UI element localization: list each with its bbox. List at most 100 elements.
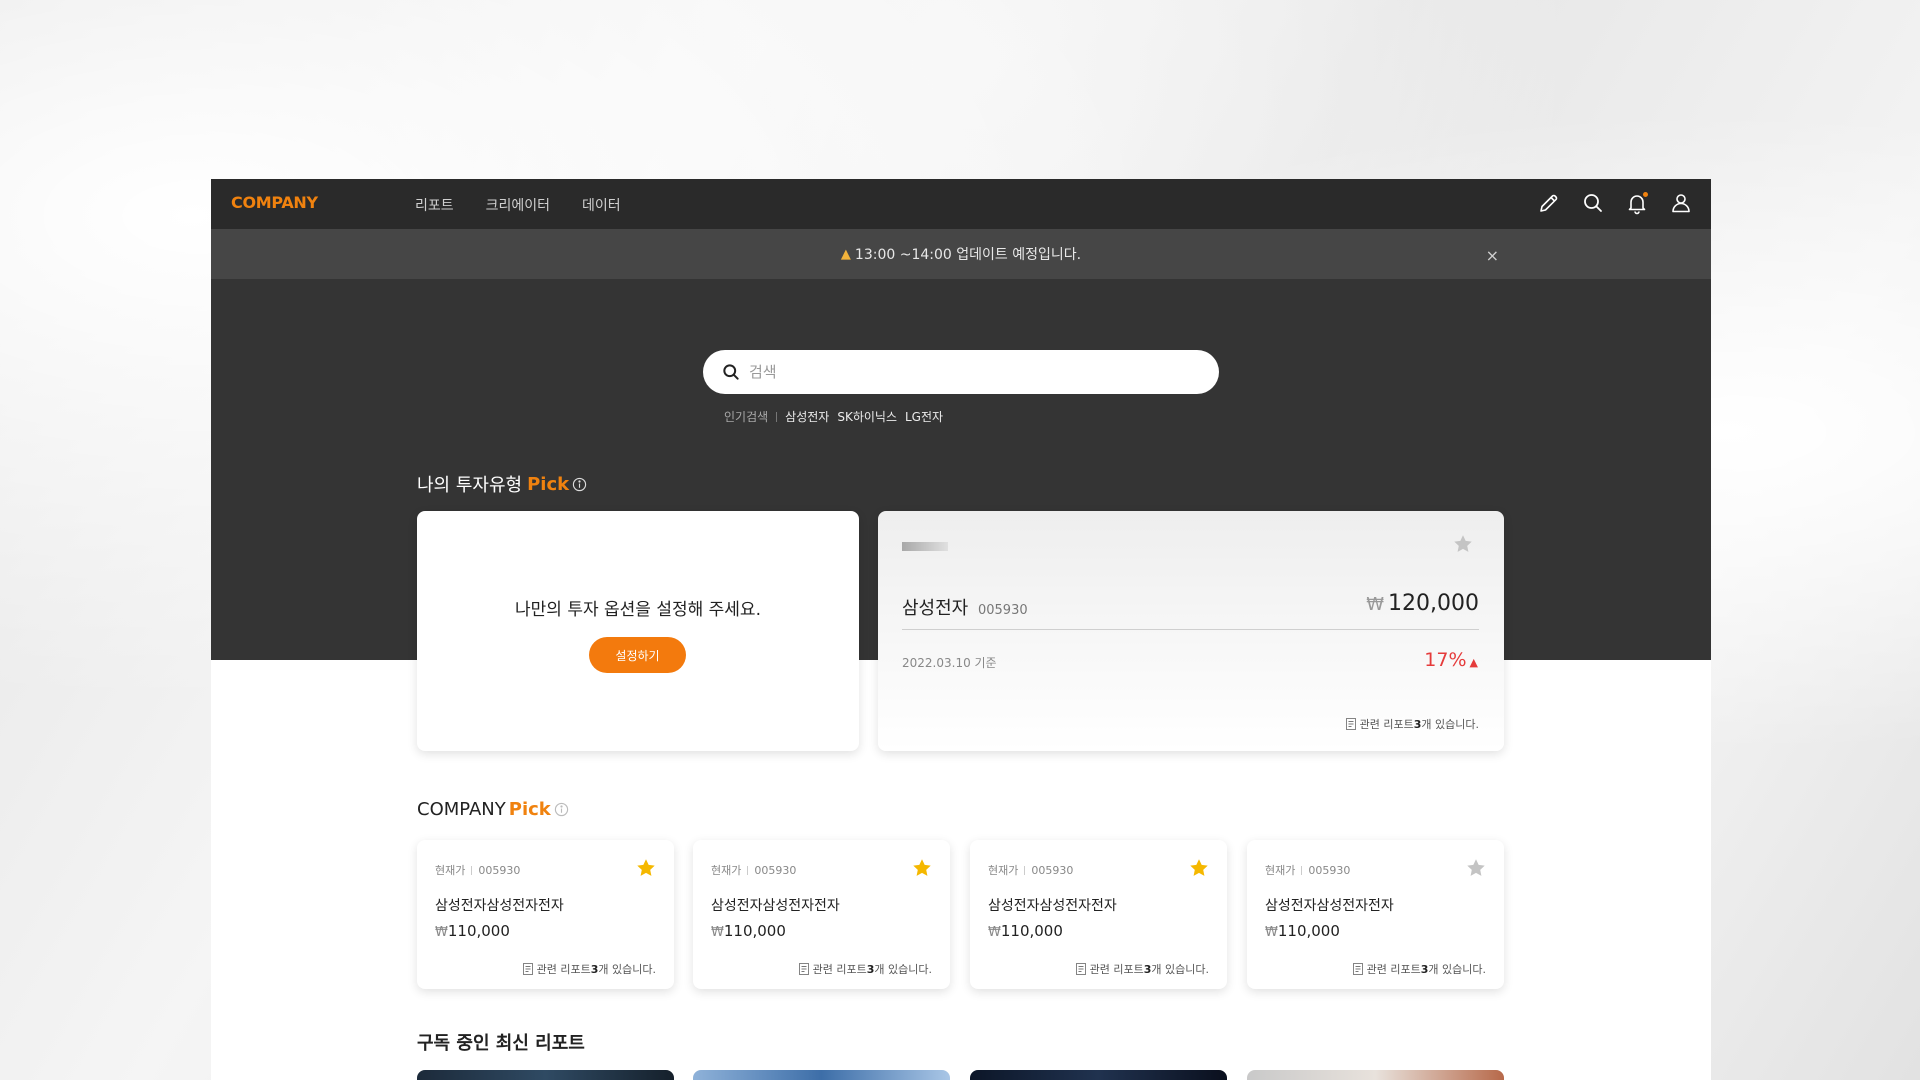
- stock-price: 110,000: [1277, 922, 1340, 940]
- stock-pick-card[interactable]: 현재가 005930 삼성전자삼성전자전자 ₩110,000 관련 리포트 3개 있습니…: [693, 840, 950, 989]
- search-icon: [723, 364, 739, 380]
- report-thumbnail[interactable]: [693, 1070, 950, 1080]
- price-meta: 현재가 005930: [711, 862, 796, 878]
- price-meta: 현재가 005930: [435, 862, 520, 878]
- currency-symbol: ₩: [711, 925, 724, 940]
- reports-suffix: 개 있습니다.: [598, 963, 656, 976]
- reports-count: 3: [590, 962, 599, 976]
- currency-symbol: ₩: [1265, 925, 1278, 940]
- close-icon[interactable]: ×: [1486, 246, 1499, 265]
- info-icon[interactable]: [554, 802, 569, 817]
- menu-item-data[interactable]: 데이터: [582, 195, 621, 215]
- main-menu: 리포트 크리에이터 데이터: [415, 195, 621, 215]
- stock-date: 2022.03.10 기준: [902, 656, 997, 670]
- price-label: 현재가: [988, 864, 1019, 877]
- reports-prefix: 관련 리포트: [1089, 963, 1144, 976]
- divider: [471, 865, 473, 875]
- bell-emoji-icon: ▲: [840, 246, 851, 262]
- stock-price: 110,000: [1000, 922, 1063, 940]
- notice-text: 13:00 ~14:00 업데이트 예정입니다.: [854, 247, 1082, 263]
- stock-price-row: ₩110,000: [711, 922, 786, 940]
- document-icon: [1352, 963, 1363, 975]
- stock-name: 삼성전자삼성전자전자: [1265, 898, 1394, 914]
- my-pick-accent: Pick: [527, 473, 570, 495]
- report-thumbnail[interactable]: [970, 1070, 1227, 1080]
- currency-symbol: ₩: [1366, 594, 1385, 615]
- reports-count: 3: [1143, 962, 1152, 976]
- menu-item-creator[interactable]: 크리에이터: [486, 195, 550, 215]
- price-meta: 현재가 005930: [1265, 862, 1350, 878]
- related-reports[interactable]: 관련 리포트 3개 있습니다.: [1345, 716, 1479, 732]
- popular-label: 인기검색: [724, 410, 769, 424]
- star-icon[interactable]: [1188, 857, 1210, 879]
- reports-suffix: 개 있습니다.: [1421, 718, 1479, 731]
- star-icon[interactable]: [1452, 533, 1474, 555]
- divider: [1024, 865, 1026, 875]
- notification-dot: [1643, 192, 1648, 197]
- nav-actions: [1537, 191, 1693, 215]
- stock-price: 110,000: [723, 922, 786, 940]
- related-reports[interactable]: 관련 리포트 3개 있습니다.: [798, 961, 932, 977]
- popular-searches: 인기검색 삼성전자 SK하이닉스 LG전자: [724, 408, 943, 425]
- popular-item-lg[interactable]: LG전자: [905, 408, 943, 425]
- price-meta: 현재가 005930: [988, 862, 1073, 878]
- popular-item-samsung[interactable]: 삼성전자: [785, 408, 829, 425]
- app-frame: COMPANY 리포트 크리에이터 데이터 ▲ 13:00 ~14:00 업데이…: [211, 179, 1711, 1080]
- pencil-icon[interactable]: [1537, 191, 1561, 215]
- user-icon[interactable]: [1669, 191, 1693, 215]
- related-reports[interactable]: 관련 리포트 3개 있습니다.: [1352, 961, 1486, 977]
- stock-price-row: ₩120,000: [1366, 591, 1479, 616]
- bell-icon[interactable]: [1625, 191, 1649, 215]
- reports-prefix: 관련 리포트: [536, 963, 591, 976]
- currency-symbol: ₩: [988, 925, 1001, 940]
- setup-button[interactable]: 설정하기: [589, 637, 686, 673]
- stock-pick-card[interactable]: 현재가 005930 삼성전자삼성전자전자 ₩110,000 관련 리포트 3개 있습니…: [970, 840, 1227, 989]
- document-icon: [522, 963, 533, 975]
- stock-code: 005930: [754, 863, 797, 877]
- stock-name: 삼성전자삼성전자전자: [988, 898, 1117, 914]
- reports-prefix: 관련 리포트: [1366, 963, 1421, 976]
- stock-pick-card[interactable]: 현재가 005930 삼성전자삼성전자전자 ₩110,000 관련 리포트 3개 있습니…: [1247, 840, 1504, 989]
- info-icon[interactable]: [572, 477, 587, 492]
- stock-name: 삼성전자: [902, 598, 969, 619]
- stock-name: 삼성전자삼성전자전자: [711, 898, 840, 914]
- report-thumbnail[interactable]: [1247, 1070, 1504, 1080]
- top-navigation: COMPANY 리포트 크리에이터 데이터: [211, 179, 1711, 229]
- document-icon: [798, 963, 809, 975]
- triangle-up-icon: ▲: [1469, 656, 1478, 669]
- related-reports[interactable]: 관련 리포트 3개 있습니다.: [522, 961, 656, 977]
- report-thumbnail[interactable]: [417, 1070, 674, 1080]
- currency-symbol: ₩: [435, 925, 448, 940]
- stock-name-row: 삼성전자 005930: [902, 594, 1028, 620]
- popular-item-skhynix[interactable]: SK하이닉스: [837, 408, 897, 425]
- stock-logo-placeholder: [902, 542, 948, 551]
- reports-prefix: 관련 리포트: [812, 963, 867, 976]
- stock-pick-card[interactable]: 현재가 005930 삼성전자삼성전자전자 ₩110,000 관련 리포트 3개 있습니…: [417, 840, 674, 989]
- related-reports[interactable]: 관련 리포트 3개 있습니다.: [1075, 961, 1209, 977]
- stock-code: 005930: [1308, 863, 1351, 877]
- search-input[interactable]: [749, 363, 1189, 381]
- stock-price: 110,000: [447, 922, 510, 940]
- stock-card[interactable]: 삼성전자 005930 ₩120,000 2022.03.10 기준 17% ▲ …: [878, 511, 1504, 751]
- subscribed-title-text: 구독 중인 최신 리포트: [417, 1033, 585, 1054]
- document-icon: [1345, 718, 1356, 730]
- my-pick-title-text: 나의 투자유형: [417, 475, 523, 496]
- logo[interactable]: COMPANY: [231, 193, 318, 212]
- stock-name: 삼성전자삼성전자전자: [435, 898, 564, 914]
- star-icon[interactable]: [1465, 857, 1487, 879]
- notice-bar: ▲ 13:00 ~14:00 업데이트 예정입니다. ×: [211, 229, 1711, 279]
- stock-price-row: ₩110,000: [435, 922, 510, 940]
- menu-item-report[interactable]: 리포트: [415, 195, 454, 215]
- stock-change-value: 17%: [1424, 649, 1467, 671]
- stock-price: 120,000: [1388, 591, 1479, 616]
- search-icon[interactable]: [1581, 191, 1605, 215]
- divider: [1301, 865, 1303, 875]
- company-pick-title: COMPANY Pick: [417, 799, 569, 820]
- stock-price-row: ₩110,000: [1265, 922, 1340, 940]
- price-label: 현재가: [1265, 864, 1296, 877]
- document-icon: [1075, 963, 1086, 975]
- star-icon[interactable]: [911, 857, 933, 879]
- star-icon[interactable]: [635, 857, 657, 879]
- my-pick-title: 나의 투자유형 Pick: [417, 471, 587, 497]
- company-pick-title-text: COMPANY: [417, 799, 506, 820]
